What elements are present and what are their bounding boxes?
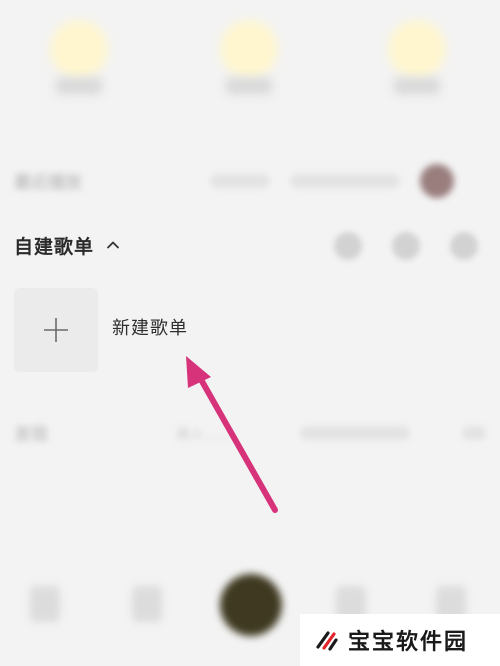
plus-icon [44,318,68,342]
shortcut-label [394,78,440,94]
search-icon[interactable] [334,232,362,260]
recent-cover [420,164,454,198]
new-playlist-tile[interactable] [14,288,98,372]
section-title: 自建歌单 [14,235,95,258]
playlist-section-header[interactable]: 自建歌单 [14,226,124,264]
shortcut-icon[interactable] [50,20,108,78]
nav-home-icon[interactable] [30,586,60,622]
section-actions [334,232,478,260]
watermark-text: 宝宝软件园 [348,630,469,655]
watermark-logo-icon [316,631,338,651]
discover-hint: 真人…… [176,427,232,443]
shortcut-label [226,78,272,94]
recent-subtitle [290,174,400,188]
chevron-up-icon[interactable] [102,234,124,256]
shortcut-icon[interactable] [388,20,446,78]
shortcut-icon[interactable] [220,20,278,78]
new-playlist-item[interactable]: 新建歌单 [14,288,188,372]
discover-row[interactable]: 发现 真人…… [0,408,500,458]
discover-title: 发现 [14,425,48,445]
top-shortcuts [0,0,500,120]
recent-row[interactable]: 最近播放 [0,156,500,206]
more-icon[interactable] [450,232,478,260]
nav-play-button[interactable] [220,574,282,636]
app-screen: 最近播放 自建歌单 新建歌单 发现 真人…… 宝宝软件园 [0,0,500,666]
new-playlist-label[interactable]: 新建歌单 [112,314,188,340]
add-icon[interactable] [392,232,420,260]
recent-subtitle [210,174,270,188]
recent-title: 最近播放 [14,173,82,193]
discover-subtitle [300,426,410,440]
nav-video-icon[interactable] [132,586,162,622]
watermark: 宝宝软件园 [300,614,500,666]
discover-more [462,426,486,440]
shortcut-label [56,78,102,94]
